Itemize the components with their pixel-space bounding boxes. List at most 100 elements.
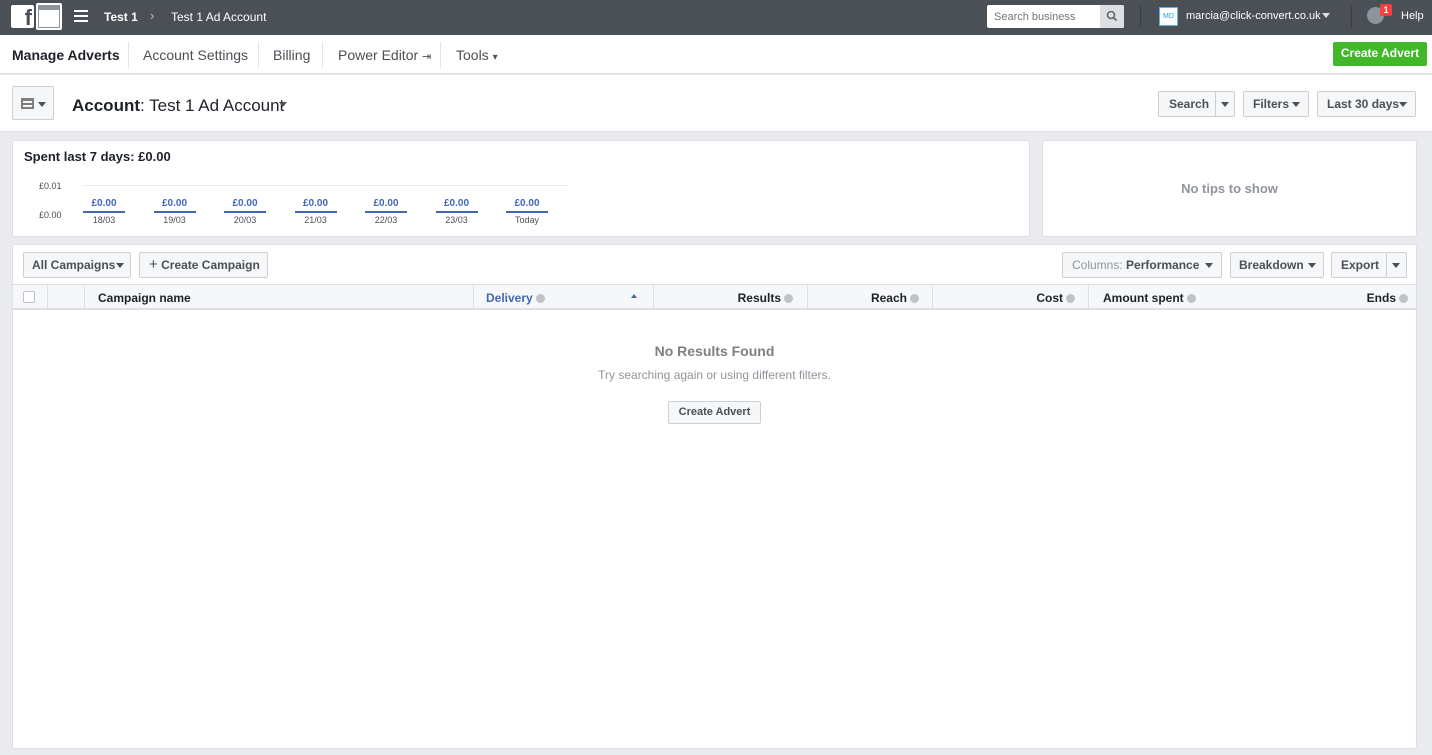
sort-ascending-icon <box>631 294 637 298</box>
column-results-label: Results <box>737 291 781 305</box>
spend-day-label: 18/03 <box>92 215 116 225</box>
column-divider <box>47 285 48 309</box>
spend-day: £0.00 19/03 <box>153 198 196 225</box>
menu-icon[interactable] <box>74 10 88 22</box>
nav-account-settings[interactable]: Account Settings <box>143 47 248 63</box>
column-results[interactable]: Results <box>661 291 793 305</box>
column-ends[interactable]: Ends <box>1313 291 1408 305</box>
breadcrumb-account[interactable]: Test 1 Ad Account <box>171 10 266 24</box>
spend-day-label: 19/03 <box>163 215 186 225</box>
spend-day-value[interactable]: £0.00 <box>83 198 125 213</box>
info-icon <box>1186 294 1196 303</box>
help-link[interactable]: Help <box>1401 10 1424 22</box>
spend-day-label: 22/03 <box>374 215 398 225</box>
empty-state-title: No Results Found <box>654 343 775 359</box>
chevron-down-icon <box>1399 102 1407 107</box>
spend-day-value[interactable]: £0.00 <box>435 198 478 213</box>
nav-manage-adverts[interactable]: Manage Adverts <box>12 47 120 63</box>
spend-day: £0.00 18/03 <box>83 198 125 225</box>
account-header: Account: Test 1 Ad Account Search Filter… <box>0 75 1432 132</box>
all-campaigns-dropdown[interactable]: All Campaigns <box>23 252 131 278</box>
spend-day-value[interactable]: £0.00 <box>365 198 407 213</box>
nav-billing[interactable]: Billing <box>273 47 310 63</box>
y-axis-bottom-label: £0.00 <box>39 210 62 220</box>
info-icon <box>784 294 793 303</box>
spend-title: Spent last 7 days: £0.00 <box>24 149 171 164</box>
chevron-down-icon <box>1205 263 1213 268</box>
chevron-down-icon <box>1221 102 1229 107</box>
user-email[interactable]: marcia@click-convert.co.uk <box>1186 10 1321 22</box>
column-amount-spent[interactable]: Amount spent <box>1103 291 1196 305</box>
create-campaign-label: Create Campaign <box>161 258 260 272</box>
spend-day-value[interactable]: £0.00 <box>506 198 548 213</box>
info-icon <box>535 294 545 303</box>
account-name: : Test 1 Ad Account <box>140 96 285 115</box>
divider <box>128 42 129 68</box>
columns-value: Performance <box>1126 258 1200 272</box>
user-menu-caret-icon[interactable] <box>1322 13 1330 18</box>
spend-day-value[interactable]: £0.00 <box>153 198 196 213</box>
chevron-down-icon <box>1292 102 1300 107</box>
column-campaign-name[interactable]: Campaign name <box>98 291 191 305</box>
table-header: Campaign name Delivery Results Reach Cos… <box>13 284 1416 310</box>
filters-button[interactable]: Filters <box>1243 91 1309 117</box>
page-icon[interactable] <box>36 3 62 30</box>
main-nav: Manage Adverts Account Settings Billing … <box>0 35 1432 74</box>
search-button[interactable] <box>1100 5 1124 28</box>
chart-gridline <box>83 185 569 186</box>
nav-power-editor[interactable]: Power Editor ⇥ <box>338 47 431 63</box>
divider <box>322 42 323 68</box>
filters-label: Filters <box>1253 97 1290 111</box>
nav-tools-label: Tools <box>456 47 489 63</box>
spend-day-label: 20/03 <box>233 215 257 225</box>
y-axis-top-label: £0.01 <box>39 181 62 191</box>
notification-badge: 1 <box>1380 4 1392 16</box>
column-cost[interactable]: Cost <box>943 291 1075 305</box>
nav-tools[interactable]: Tools ▾ <box>456 47 498 63</box>
all-campaigns-label: All Campaigns <box>32 258 116 272</box>
spend-day: £0.00 23/03 <box>435 198 478 225</box>
chevron-down-icon <box>1308 263 1316 268</box>
select-all-checkbox[interactable] <box>23 291 35 303</box>
info-icon <box>1066 294 1075 303</box>
column-reach-label: Reach <box>870 291 907 305</box>
empty-state-subtitle: Try searching again or using different f… <box>598 368 831 382</box>
create-advert-button[interactable]: Create Advert <box>1333 42 1427 66</box>
empty-create-advert-button[interactable]: Create Advert <box>668 401 761 424</box>
info-icon <box>910 294 919 303</box>
column-ends-label: Ends <box>1366 291 1396 305</box>
account-title[interactable]: Account: Test 1 Ad Account <box>72 96 284 116</box>
export-dropdown-button[interactable] <box>1386 252 1407 278</box>
search-dropdown-button[interactable] <box>1215 91 1235 117</box>
column-reach[interactable]: Reach <box>813 291 919 305</box>
account-chevron-down-icon[interactable] <box>279 102 287 107</box>
top-bar: f Test 1 › Test 1 Ad Account MD marcia@c… <box>0 0 1432 35</box>
export-button[interactable]: Export <box>1331 252 1387 278</box>
breadcrumb-business[interactable]: Test 1 <box>104 10 138 24</box>
search-filter-button[interactable]: Search <box>1158 91 1216 117</box>
nav-power-editor-label: Power Editor <box>338 47 419 63</box>
search-business-input[interactable] <box>987 5 1100 28</box>
spend-day-label: Today <box>514 215 540 225</box>
column-delivery[interactable]: Delivery <box>486 291 545 305</box>
view-switcher-button[interactable] <box>12 86 54 120</box>
facebook-logo-icon[interactable]: f <box>11 5 34 30</box>
column-amount-spent-label: Amount spent <box>1103 291 1184 305</box>
spend-day-value[interactable]: £0.00 <box>224 198 266 213</box>
spend-day: £0.00 22/03 <box>365 198 407 225</box>
info-icon <box>1399 294 1408 303</box>
divider <box>1140 6 1141 28</box>
breakdown-label: Breakdown <box>1239 258 1304 272</box>
avatar[interactable]: MD <box>1159 7 1178 26</box>
date-range-button[interactable]: Last 30 days <box>1317 91 1416 117</box>
spend-day-label: 23/03 <box>445 215 468 225</box>
account-label: Account <box>72 96 140 115</box>
date-range-label: Last 30 days <box>1327 97 1400 111</box>
spend-day-value[interactable]: £0.00 <box>294 198 337 213</box>
breakdown-dropdown[interactable]: Breakdown <box>1230 252 1324 278</box>
table-view-icon <box>21 98 34 109</box>
columns-dropdown[interactable]: Columns: Performance <box>1062 252 1222 278</box>
chevron-down-icon <box>116 263 124 268</box>
tips-card: No tips to show <box>1042 140 1417 237</box>
create-campaign-button[interactable]: + Create Campaign <box>139 252 268 278</box>
